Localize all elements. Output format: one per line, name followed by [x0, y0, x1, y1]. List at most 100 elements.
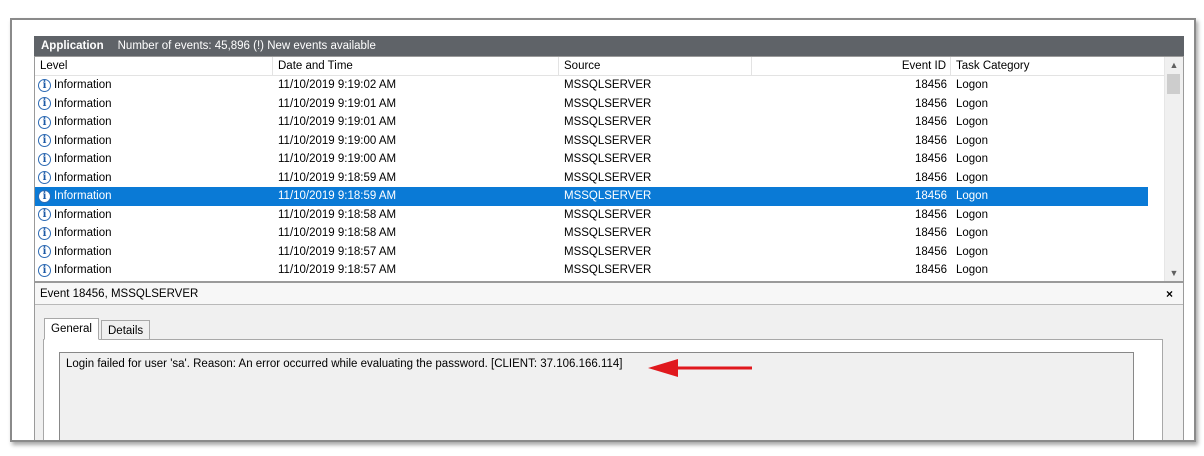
- level-cell: i Information: [38, 206, 112, 225]
- table-row[interactable]: i Information 11/10/2019 9:19:01 AM MSSQLSE…: [35, 113, 1148, 132]
- column-header-row: Level Date and Time Source Event ID Task…: [35, 57, 1166, 76]
- column-header-level[interactable]: Level: [35, 57, 273, 75]
- task-category-cell: Logon: [956, 264, 988, 276]
- column-header-source[interactable]: Source: [559, 57, 752, 75]
- event-id-cell: 18456: [915, 245, 947, 258]
- tab-general[interactable]: General: [44, 318, 99, 340]
- level-cell: i Information: [38, 187, 112, 206]
- source-cell: MSSQLSERVER: [564, 208, 652, 221]
- event-rows: i Information 11/10/2019 9:19:02 AM MSSQLSE…: [35, 76, 1148, 280]
- source-cell: MSSQLSERVER: [564, 79, 652, 91]
- information-icon: i: [38, 245, 51, 259]
- information-icon: i: [38, 152, 51, 166]
- information-icon: i: [38, 97, 51, 111]
- information-icon: i: [38, 226, 51, 240]
- source-cell: MSSQLSERVER: [564, 171, 652, 184]
- information-icon: i: [38, 115, 51, 129]
- source-cell: MSSQLSERVER: [564, 264, 652, 276]
- level-text: Information: [54, 79, 112, 91]
- chevron-up-icon[interactable]: ▲: [1165, 57, 1183, 73]
- datetime-cell: 11/10/2019 9:18:58 AM: [278, 227, 397, 239]
- vertical-scrollbar[interactable]: ▲ ▼: [1164, 57, 1183, 281]
- table-row[interactable]: i Information 11/10/2019 9:19:00 AM MSSQLSE…: [35, 150, 1148, 169]
- level-cell: i Information: [38, 76, 112, 95]
- level-cell: i Information: [38, 95, 112, 114]
- datetime-cell: 11/10/2019 9:18:59 AM: [278, 190, 397, 202]
- task-category-cell: Logon: [956, 153, 988, 165]
- event-id-cell: 18456: [915, 97, 947, 110]
- source-cell: MSSQLSERVER: [564, 190, 652, 202]
- event-list[interactable]: Level Date and Time Source Event ID Task…: [34, 56, 1184, 282]
- table-row[interactable]: i Information 11/10/2019 9:18:58 AM MSSQLSE…: [35, 224, 1148, 243]
- task-category-cell: Logon: [956, 245, 988, 258]
- event-viewer-window: Application Number of events: 45,896 (!)…: [10, 18, 1196, 442]
- datetime-cell: 11/10/2019 9:19:02 AM: [278, 79, 397, 91]
- level-cell: i Information: [38, 150, 112, 169]
- task-category-cell: Logon: [956, 116, 988, 128]
- table-row[interactable]: i Information 11/10/2019 9:18:57 AM MSSQLSE…: [35, 261, 1148, 280]
- task-category-cell: Logon: [956, 208, 988, 221]
- table-row[interactable]: i Information 11/10/2019 9:18:59 AM MSSQLSE…: [35, 169, 1148, 188]
- log-header-bar: Application Number of events: 45,896 (!)…: [34, 36, 1184, 56]
- source-cell: MSSQLSERVER: [564, 227, 652, 239]
- information-icon: i: [38, 189, 51, 203]
- level-cell: i Information: [38, 261, 112, 280]
- level-text: Information: [54, 134, 112, 147]
- tab-details[interactable]: Details: [101, 320, 151, 340]
- level-cell: i Information: [38, 169, 112, 188]
- information-icon: i: [38, 263, 51, 277]
- level-text: Information: [54, 227, 112, 239]
- level-text: Information: [54, 245, 112, 258]
- task-category-cell: Logon: [956, 190, 988, 202]
- log-title: Application: [41, 40, 104, 52]
- table-row[interactable]: i Information 11/10/2019 9:19:02 AM MSSQLSE…: [35, 76, 1148, 95]
- datetime-cell: 11/10/2019 9:19:01 AM: [278, 97, 397, 110]
- table-row[interactable]: i Information 11/10/2019 9:18:57 AM MSSQLSE…: [35, 243, 1148, 262]
- table-row[interactable]: i Information 11/10/2019 9:19:01 AM MSSQLSE…: [35, 95, 1148, 114]
- datetime-cell: 11/10/2019 9:18:57 AM: [278, 264, 397, 276]
- event-id-cell: 18456: [915, 208, 947, 221]
- level-cell: i Information: [38, 243, 112, 262]
- column-header-task-category[interactable]: Task Category: [951, 57, 1166, 75]
- level-text: Information: [54, 97, 112, 110]
- scrollbar-thumb[interactable]: [1167, 74, 1180, 94]
- source-cell: MSSQLSERVER: [564, 134, 652, 147]
- column-header-event-id[interactable]: Event ID: [752, 57, 951, 75]
- level-cell: i Information: [38, 132, 112, 151]
- level-text: Information: [54, 153, 112, 165]
- event-id-cell: 18456: [915, 190, 947, 202]
- level-text: Information: [54, 116, 112, 128]
- datetime-cell: 11/10/2019 9:19:00 AM: [278, 134, 397, 147]
- level-cell: i Information: [38, 113, 112, 132]
- event-count-text: Number of events: 45,896 (!) New events …: [117, 40, 376, 52]
- source-cell: MSSQLSERVER: [564, 97, 652, 110]
- information-icon: i: [38, 78, 51, 92]
- event-id-cell: 18456: [915, 79, 947, 91]
- chevron-down-icon[interactable]: ▼: [1165, 265, 1183, 281]
- level-text: Information: [54, 264, 112, 276]
- datetime-cell: 11/10/2019 9:18:57 AM: [278, 245, 397, 258]
- table-row[interactable]: i Information 11/10/2019 9:18:58 AM MSSQLSE…: [35, 206, 1148, 225]
- event-id-cell: 18456: [915, 264, 947, 276]
- detail-pane-title: Event 18456, MSSQLSERVER: [35, 283, 1183, 305]
- information-icon: i: [38, 171, 51, 185]
- event-id-cell: 18456: [915, 116, 947, 128]
- table-row[interactable]: i Information 11/10/2019 9:19:00 AM MSSQLSE…: [35, 132, 1148, 151]
- datetime-cell: 11/10/2019 9:18:58 AM: [278, 208, 397, 221]
- level-text: Information: [54, 208, 112, 221]
- source-cell: MSSQLSERVER: [564, 153, 652, 165]
- column-header-datetime[interactable]: Date and Time: [273, 57, 559, 75]
- event-id-cell: 18456: [915, 153, 947, 165]
- task-category-cell: Logon: [956, 171, 988, 184]
- datetime-cell: 11/10/2019 9:18:59 AM: [278, 171, 397, 184]
- datetime-cell: 11/10/2019 9:19:00 AM: [278, 153, 397, 165]
- level-cell: i Information: [38, 224, 112, 243]
- source-cell: MSSQLSERVER: [564, 245, 652, 258]
- close-icon[interactable]: ×: [1166, 283, 1173, 305]
- event-id-cell: 18456: [915, 171, 947, 184]
- table-row[interactable]: i Information 11/10/2019 9:18:59 AM MSSQLSE…: [35, 187, 1148, 206]
- information-icon: i: [38, 134, 51, 148]
- task-category-cell: Logon: [956, 97, 988, 110]
- task-category-cell: Logon: [956, 227, 988, 239]
- event-id-cell: 18456: [915, 134, 947, 147]
